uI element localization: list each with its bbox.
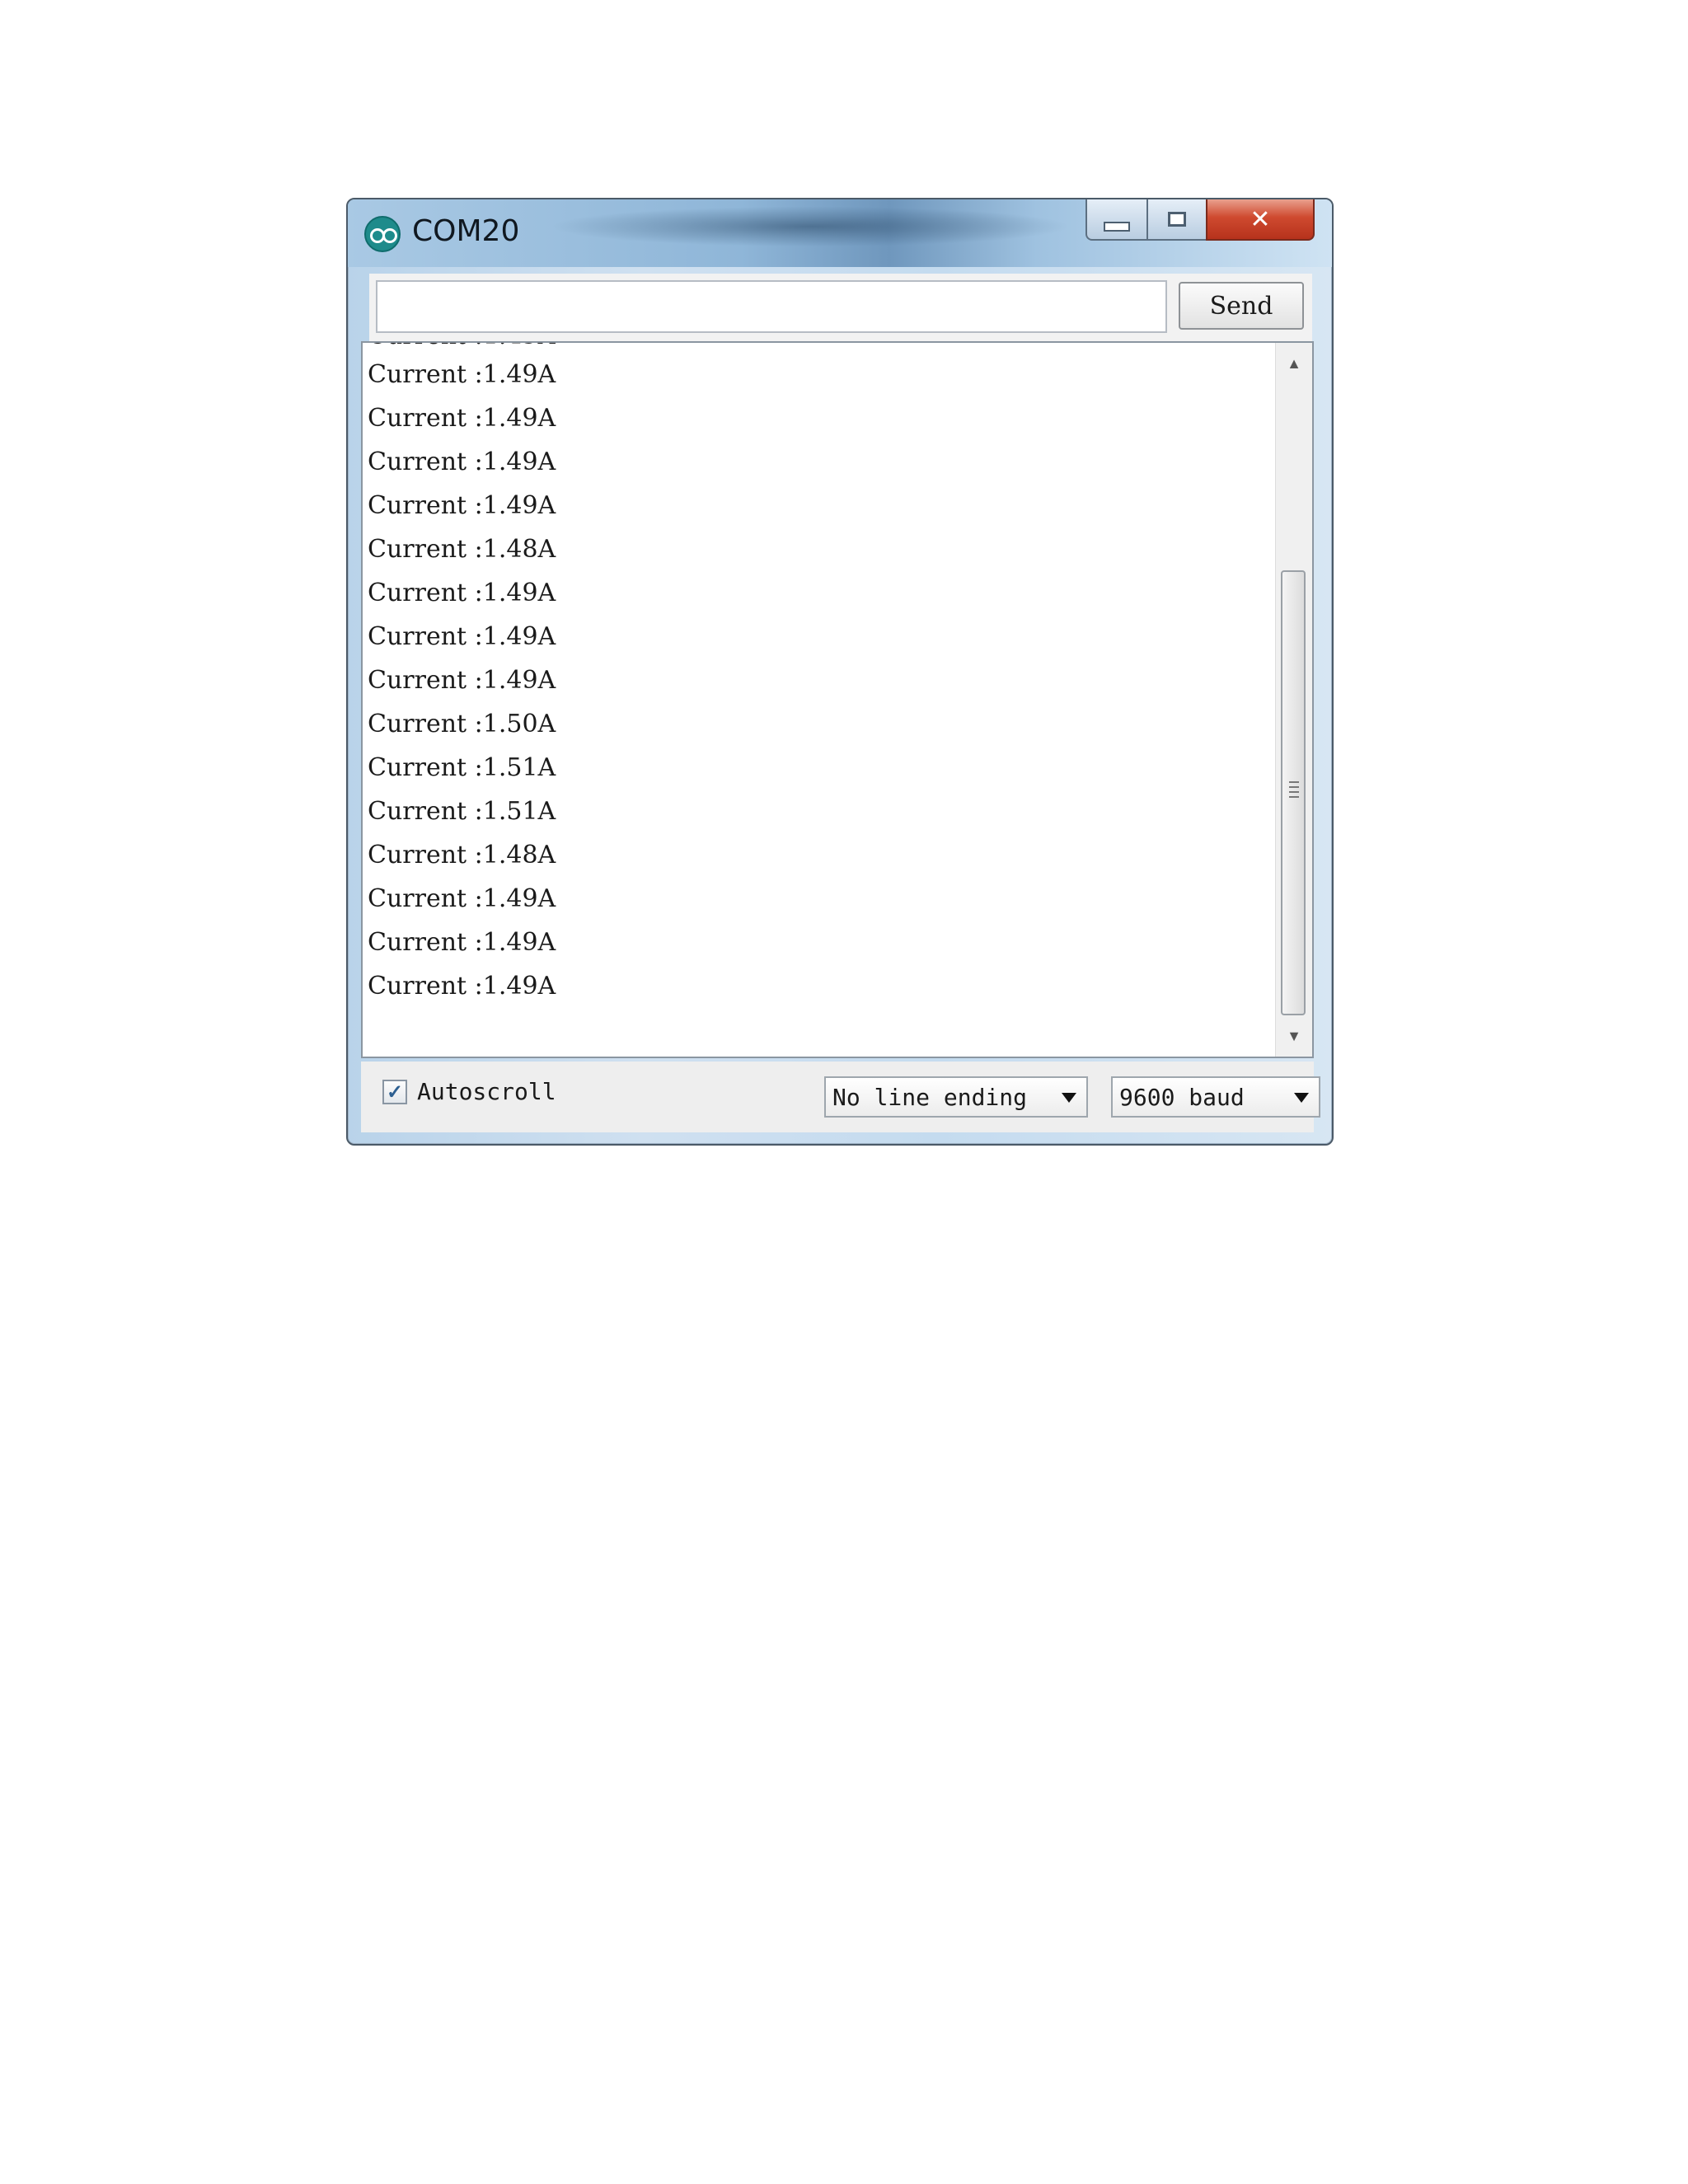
output-line: Current :1.49A [368,666,556,695]
output-line: Current :1.48A [368,841,556,869]
checkmark-icon: ✓ [386,1080,404,1104]
scroll-thumb[interactable] [1281,570,1306,1015]
output-line: Current :1.49A [368,360,556,389]
baud-rate-select[interactable]: 9600 baud [1111,1076,1320,1118]
output-line: Current :1.49A [368,491,556,520]
output-line: Current :1.49A [368,448,556,476]
output-line: Current :1.49A [368,972,556,1001]
output-line: Current :1.48A [368,535,556,564]
partial-output-line: Current :1.49A [368,343,556,353]
output-lines: Current :1.49A Current :1.49A Current :1.… [368,343,556,1008]
close-icon: ✕ [1250,204,1271,234]
bottom-bar: ✓ Autoscroll No line ending 9600 baud [361,1062,1320,1132]
line-ending-value: No line ending [832,1083,1028,1111]
serial-output[interactable]: Current :1.49A Current :1.49A Current :1.… [361,341,1314,1058]
send-bar: Send [369,274,1312,341]
output-line: Current :1.49A [368,579,556,607]
autoscroll-label: Autoscroll [417,1078,556,1105]
output-line: Current :1.51A [368,753,556,782]
chevron-down-icon [1294,1093,1309,1103]
chevron-down-icon [1062,1093,1076,1103]
send-input[interactable] [376,280,1167,333]
serial-monitor-window: COM20 ✕ Send Current :1.49A Current :1.4… [346,198,1334,1146]
arduino-icon [364,216,401,252]
output-line: Current :1.49A [368,884,556,913]
vertical-scrollbar[interactable]: ▲ ▼ [1275,343,1312,1057]
scroll-down-icon[interactable]: ▼ [1276,1022,1312,1050]
output-line: Current :1.49A [368,404,556,433]
minimize-icon [1104,222,1130,232]
close-button[interactable]: ✕ [1206,199,1315,241]
autoscroll-checkbox[interactable]: ✓ [382,1080,407,1104]
maximize-icon [1168,212,1186,227]
line-ending-select[interactable]: No line ending [824,1076,1088,1118]
scroll-up-icon[interactable]: ▲ [1276,349,1312,377]
titlebar: COM20 ✕ [348,199,1332,267]
grip-icon [1289,781,1299,798]
output-line: Current :1.51A [368,797,556,826]
send-button[interactable]: Send [1179,282,1304,330]
minimize-button[interactable] [1085,199,1148,241]
output-line: Current :1.49A [368,622,556,651]
maximize-button[interactable] [1146,199,1207,241]
window-title: COM20 [412,214,520,248]
baud-rate-value: 9600 baud [1119,1083,1245,1111]
output-line: Current :1.49A [368,928,556,957]
output-line: Current :1.50A [368,710,556,738]
